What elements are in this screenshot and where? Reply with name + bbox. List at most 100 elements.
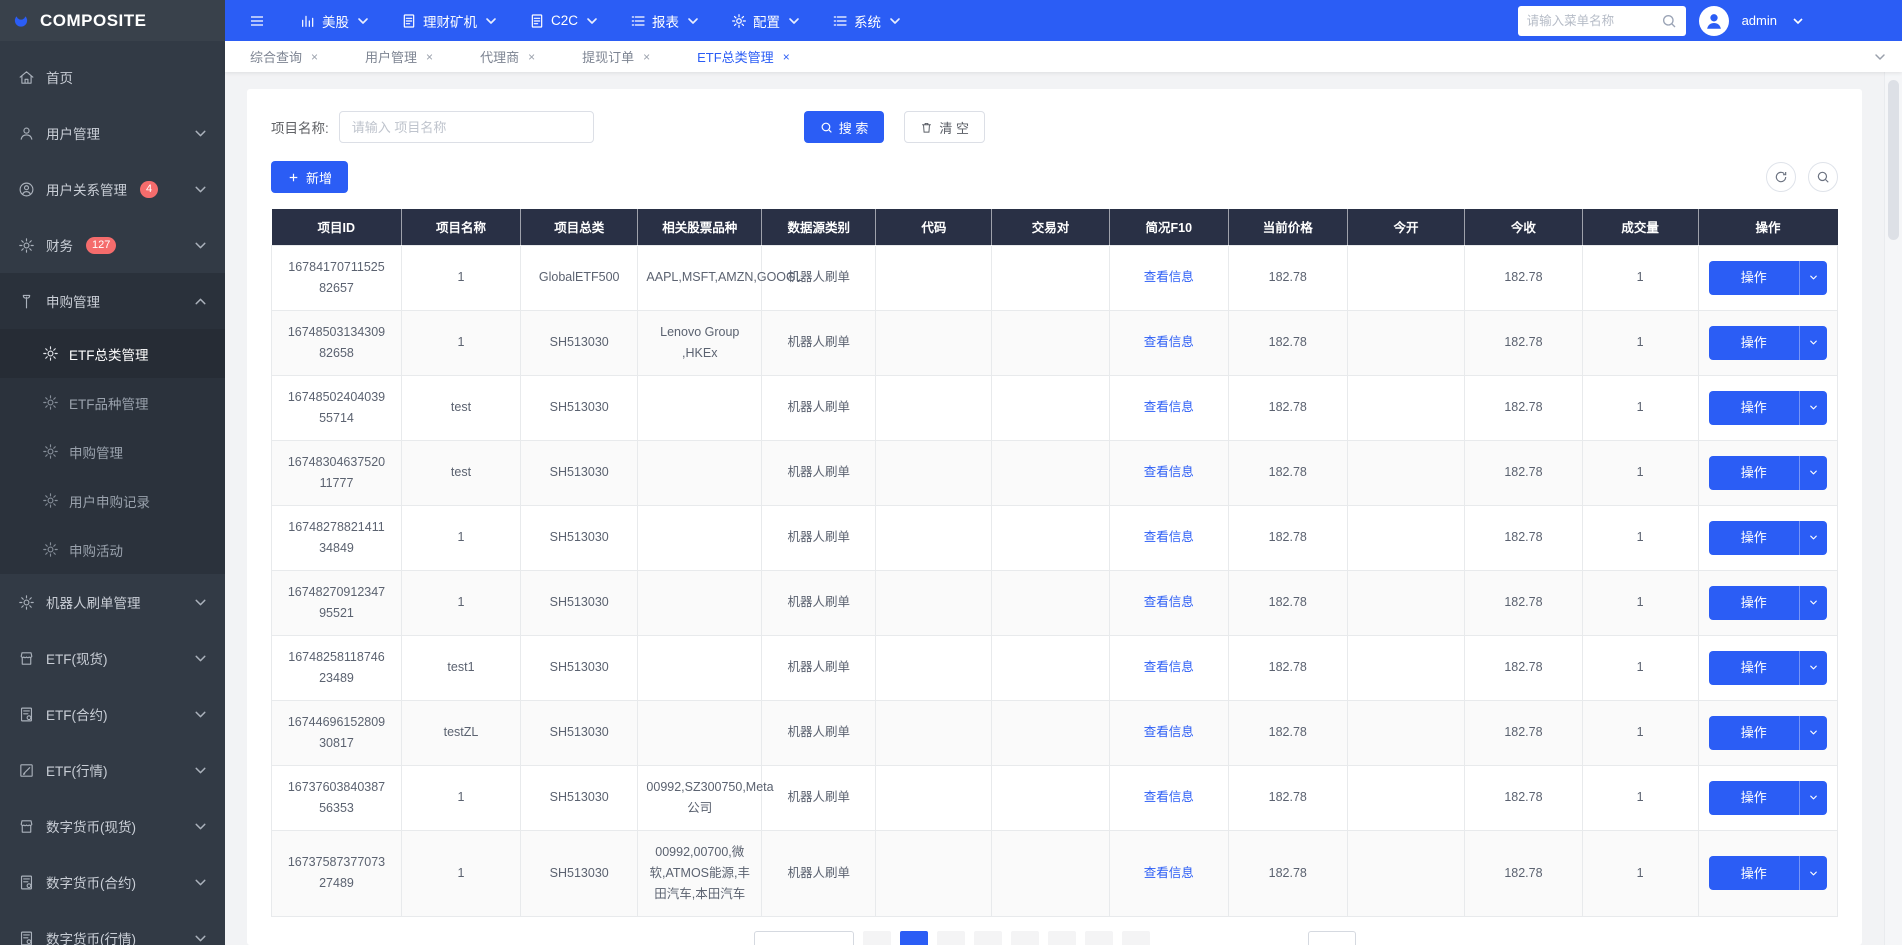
tab-提现订单[interactable]: 提现订单× — [582, 47, 650, 66]
chevron-down-icon[interactable] — [1800, 467, 1827, 478]
row-action-button[interactable]: 操作 — [1709, 651, 1827, 685]
chevron-down-icon[interactable] — [1800, 727, 1827, 738]
clear-button[interactable]: 清 空 — [904, 111, 985, 143]
view-info-link[interactable]: 查看信息 — [1144, 790, 1194, 804]
tab-close-icon[interactable]: × — [783, 50, 790, 64]
cell-today-close: 182.78 — [1465, 635, 1582, 700]
row-action-button[interactable]: 操作 — [1709, 781, 1827, 815]
tab-close-icon[interactable]: × — [528, 50, 535, 64]
cell-volume: 1 — [1582, 440, 1698, 505]
contract-icon — [18, 706, 35, 723]
row-action-button[interactable]: 操作 — [1709, 391, 1827, 425]
cell-action: 操作 — [1698, 505, 1837, 570]
chevron-down-icon[interactable] — [1800, 662, 1827, 673]
sidebar-item[interactable]: 首页 — [0, 49, 225, 105]
sidebar-subitem[interactable]: 用户申购记录 — [0, 476, 225, 525]
view-info-link[interactable]: 查看信息 — [1144, 866, 1194, 880]
tabbar-chevron-down-icon[interactable] — [1872, 49, 1888, 65]
pagination-page-button[interactable] — [974, 931, 1002, 945]
topnav-item[interactable]: 理财矿机 — [386, 0, 514, 41]
chevron-down-icon[interactable] — [1800, 597, 1827, 608]
cell-today-open — [1347, 310, 1464, 375]
view-info-link[interactable]: 查看信息 — [1144, 400, 1194, 414]
sidebar-subitem[interactable]: 申购管理 — [0, 427, 225, 476]
view-info-link[interactable]: 查看信息 — [1144, 270, 1194, 284]
view-info-link[interactable]: 查看信息 — [1144, 595, 1194, 609]
search-button[interactable]: 搜 索 — [804, 111, 885, 143]
menu-search-input[interactable] — [1527, 14, 1661, 28]
row-action-label: 操作 — [1709, 722, 1799, 743]
sidebar-item[interactable]: ETF(行情) — [0, 742, 225, 798]
chevron-down-icon[interactable] — [1800, 792, 1827, 803]
tab-代理商[interactable]: 代理商× — [480, 47, 535, 66]
sidebar-item[interactable]: 机器人刷单管理 — [0, 574, 225, 630]
cell-project-name: 1 — [401, 765, 520, 830]
chevron-down-icon — [192, 818, 209, 835]
chevron-down-icon[interactable] — [1800, 532, 1827, 543]
cell-trading-pair — [992, 310, 1109, 375]
page-size-select[interactable] — [754, 931, 854, 945]
sidebar-item[interactable]: 申购管理 — [0, 273, 225, 329]
tab-ETF总类管理[interactable]: ETF总类管理× — [697, 47, 790, 66]
topnav-item[interactable]: 系统 — [817, 0, 918, 41]
sidebar-item[interactable]: ETF(现货) — [0, 630, 225, 686]
sidebar-subitem[interactable]: 申购活动 — [0, 525, 225, 574]
pagination-prev-button[interactable] — [863, 931, 891, 945]
avatar[interactable] — [1699, 6, 1729, 36]
tab-close-icon[interactable]: × — [643, 50, 650, 64]
sidebar-item[interactable]: 用户关系管理4 — [0, 161, 225, 217]
hammer-icon — [18, 293, 35, 310]
tab-综合查询[interactable]: 综合查询× — [250, 47, 318, 66]
pagination-page-button-active[interactable] — [900, 931, 928, 945]
hamburger-icon[interactable] — [249, 13, 265, 29]
sidebar-item[interactable]: 用户管理 — [0, 105, 225, 161]
pagination-page-button[interactable] — [937, 931, 965, 945]
chevron-down-icon — [887, 13, 903, 29]
chevron-down-icon[interactable] — [1800, 272, 1827, 283]
sidebar-subitem[interactable]: ETF总类管理 — [0, 329, 225, 378]
pagination-page-button[interactable] — [1011, 931, 1039, 945]
topnav-item-label: C2C — [551, 13, 578, 28]
topnav-item[interactable]: 美股 — [285, 0, 386, 41]
tab-close-icon[interactable]: × — [311, 50, 318, 64]
view-info-link[interactable]: 查看信息 — [1144, 725, 1194, 739]
sidebar-item[interactable]: ETF(合约) — [0, 686, 225, 742]
sidebar-item[interactable]: 财务127 — [0, 217, 225, 273]
topnav-item[interactable]: C2C — [514, 0, 615, 41]
view-info-link[interactable]: 查看信息 — [1144, 530, 1194, 544]
add-button[interactable]: 新增 — [271, 161, 348, 193]
chevron-down-icon[interactable] — [1800, 868, 1827, 879]
chevron-down-icon[interactable] — [1800, 337, 1827, 348]
row-action-button[interactable]: 操作 — [1709, 521, 1827, 555]
sidebar-subitem[interactable]: ETF品种管理 — [0, 378, 225, 427]
row-action-button[interactable]: 操作 — [1709, 456, 1827, 490]
pagination-next-button[interactable] — [1122, 931, 1150, 945]
chevron-down-icon[interactable] — [1800, 402, 1827, 413]
row-action-button[interactable]: 操作 — [1709, 586, 1827, 620]
row-action-button[interactable]: 操作 — [1709, 716, 1827, 750]
row-action-button[interactable]: 操作 — [1709, 856, 1827, 890]
sidebar-item[interactable]: 数字货币(合约) — [0, 854, 225, 910]
topnav-item[interactable]: 配置 — [716, 0, 817, 41]
row-action-button[interactable]: 操作 — [1709, 326, 1827, 360]
pagination-page-button[interactable] — [1085, 931, 1113, 945]
scrollbar[interactable] — [1884, 72, 1902, 945]
sidebar-item[interactable]: 数字货币(行情) — [0, 910, 225, 945]
pagination-jump-input[interactable] — [1308, 931, 1356, 945]
row-action-button[interactable]: 操作 — [1709, 261, 1827, 295]
column-search-button[interactable] — [1808, 162, 1838, 192]
sidebar-item[interactable]: 数字货币(现货) — [0, 798, 225, 854]
scrollbar-thumb[interactable] — [1888, 80, 1899, 240]
project-name-input[interactable] — [339, 111, 594, 143]
chevron-down-icon — [192, 650, 209, 667]
view-info-link[interactable]: 查看信息 — [1144, 335, 1194, 349]
user-chevron-down-icon[interactable] — [1790, 13, 1806, 29]
view-info-link[interactable]: 查看信息 — [1144, 465, 1194, 479]
pagination-page-button[interactable] — [1048, 931, 1076, 945]
username[interactable]: admin — [1742, 13, 1777, 28]
tab-用户管理[interactable]: 用户管理× — [365, 47, 433, 66]
refresh-button[interactable] — [1766, 162, 1796, 192]
tab-close-icon[interactable]: × — [426, 50, 433, 64]
topnav-item[interactable]: 报表 — [615, 0, 716, 41]
view-info-link[interactable]: 查看信息 — [1144, 660, 1194, 674]
